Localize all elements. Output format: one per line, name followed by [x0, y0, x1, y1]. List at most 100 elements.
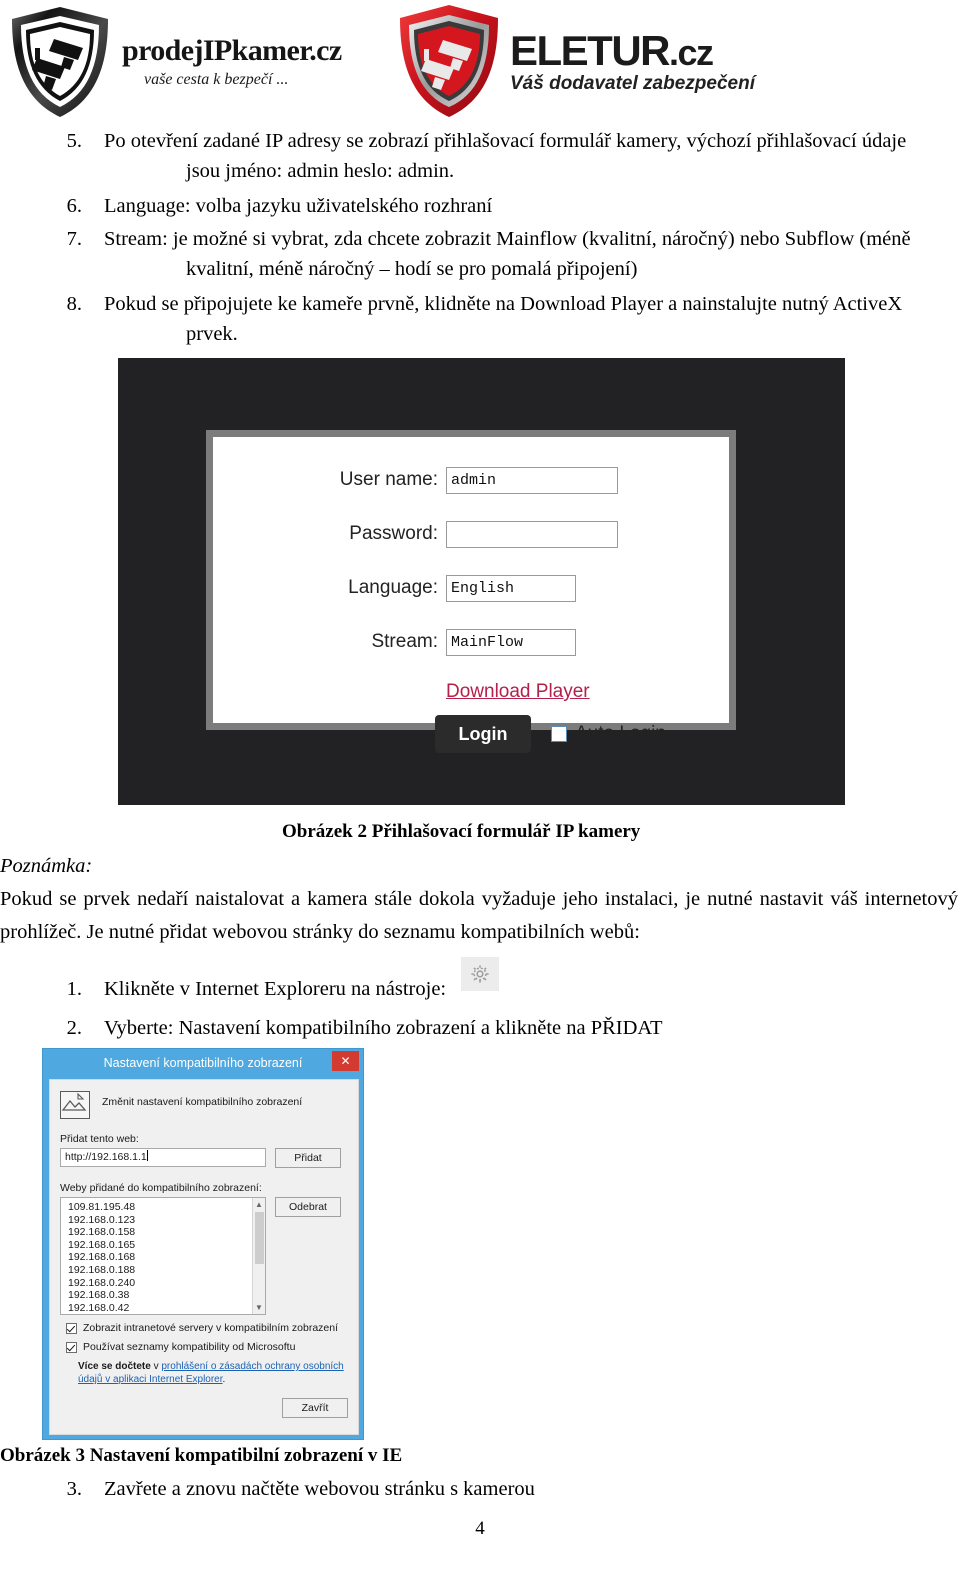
page-header: prodejIPkamer.cz vaše cesta k bezpečí ..…	[0, 0, 960, 120]
login-button[interactable]: Login	[435, 715, 531, 753]
logo-eletur-brand: ELETUR.cz	[510, 26, 714, 74]
list-item: 3. Zavřete a znovu načtěte webovou strán…	[36, 1474, 936, 1504]
close-button[interactable]: Zavřít	[282, 1398, 348, 1418]
list-item-text: Zavřete a znovu načtěte webovou stránku …	[104, 1478, 535, 1500]
stream-select[interactable]: MainFlow	[446, 628, 576, 656]
privacy-note: Více se dočtete v prohlášení o zásadách …	[78, 1360, 348, 1386]
list-item[interactable]: 192.168.0.123	[68, 1214, 265, 1227]
shield-camera-icon	[8, 4, 112, 120]
language-row: Language: English	[213, 567, 729, 609]
list-item-number: 5.	[66, 130, 82, 152]
list-item-number: 3.	[66, 1478, 82, 1500]
list-item-line1: Po otevření zadané IP adresy se zobrazí …	[104, 130, 907, 152]
privacy-note-mid: v	[150, 1361, 162, 1372]
chevron-down-icon[interactable]	[575, 629, 576, 656]
list-item-line1: Stream: je možné si vybrat, zda chcete z…	[104, 228, 911, 250]
privacy-note-suffix: .	[222, 1374, 226, 1385]
list-item-text: Stream: je možné si vybrat, zda chcete z…	[104, 224, 911, 284]
note-body: Pokud se prvek nedaří naistalovat a kame…	[0, 888, 958, 943]
username-row: User name: admin	[213, 459, 729, 501]
list-item-text: Klikněte v Internet Exploreru na nástroj…	[104, 978, 447, 1000]
figure2-caption: Obrázek 2 Přihlašovací formulář IP kamer…	[282, 821, 641, 842]
download-player-link[interactable]: Download Player	[438, 681, 590, 703]
figure-login-form-screenshot: User name: admin Password: Language: Eng…	[118, 358, 845, 805]
language-label: Language:	[348, 577, 438, 598]
list-scrollbar[interactable]: ▲ ▼	[252, 1198, 265, 1314]
list-item-line2: jsou jméno: admin heslo: admin.	[186, 160, 455, 182]
list-item-line2: kvalitní, méně náročný – hodí se pro pom…	[186, 258, 638, 280]
auto-login-checkbox[interactable]	[551, 726, 567, 742]
camera-login-panel: User name: admin Password: Language: Eng…	[206, 430, 736, 753]
password-input[interactable]	[446, 520, 618, 548]
remove-button[interactable]: Odebrat	[275, 1197, 341, 1217]
auto-login-label: Auto Login	[575, 723, 666, 744]
intranet-checkbox-label: Zobrazit intranetové servery v kompatibi…	[83, 1322, 339, 1334]
list-item[interactable]: 192.168.0.165	[68, 1239, 265, 1252]
gear-icon[interactable]	[461, 957, 499, 991]
figure-ie-compatibility-dialog: Nastavení kompatibilního zobrazení ✕ Změ…	[42, 1048, 364, 1440]
scrollbar-thumb[interactable]	[255, 1212, 264, 1264]
chevron-down-icon[interactable]	[575, 575, 576, 602]
list-item[interactable]: 192.168.0.168	[68, 1251, 265, 1264]
page-number: 4	[475, 1518, 485, 1539]
stream-row: Stream: MainFlow	[213, 621, 729, 663]
list-item-text: Po otevření zadané IP adresy se zobrazí …	[104, 126, 906, 186]
password-row: Password:	[213, 513, 729, 555]
list-item: 8. Pokud se připojujete ke kameře prvně,…	[36, 289, 958, 349]
dialog-title: Nastavení kompatibilního zobrazení	[103, 1056, 303, 1070]
ms-lists-checkbox-label: Používat seznamy kompatibility od Micros…	[83, 1341, 296, 1353]
auto-login-group[interactable]: Auto Login	[543, 723, 666, 745]
add-site-label: Přidat tento web:	[60, 1133, 139, 1145]
logo-prodejipkamer-tagline: vaše cesta k bezpečí ...	[144, 71, 289, 88]
ms-lists-checkbox-row[interactable]: Používat seznamy kompatibility od Micros…	[60, 1341, 348, 1353]
picture-icon	[60, 1091, 90, 1119]
add-button[interactable]: Přidat	[275, 1148, 341, 1168]
intranet-checkbox-row[interactable]: Zobrazit intranetové servery v kompatibi…	[60, 1322, 348, 1334]
list-item[interactable]: 109.81.195.48	[68, 1201, 265, 1214]
close-icon[interactable]: ✕	[332, 1051, 359, 1071]
logo-prodejipkamer-brand: prodejIPkamer.cz	[122, 34, 342, 67]
add-site-row: http://192.168.1.1 Přidat	[60, 1148, 348, 1168]
list-item-line1: Pokud se připojujete ke kameře prvně, kl…	[104, 293, 903, 315]
stream-label: Stream:	[371, 631, 438, 652]
list-item[interactable]: 192.168.0.240	[68, 1277, 265, 1290]
note-heading: Poznámka:	[0, 855, 93, 877]
added-sites-items: 109.81.195.48 192.168.0.123 192.168.0.15…	[61, 1198, 265, 1314]
list-item[interactable]: 192.168.0.188	[68, 1264, 265, 1277]
list-item-number: 8.	[66, 293, 82, 315]
stream-select-value: MainFlow	[451, 633, 524, 651]
username-input[interactable]: admin	[446, 466, 618, 494]
ms-lists-checkbox[interactable]	[66, 1341, 77, 1353]
list-item-number: 7.	[66, 228, 82, 250]
intranet-checkbox[interactable]	[66, 1322, 77, 1334]
language-select[interactable]: English	[446, 574, 576, 602]
list-item-number: 2.	[66, 1017, 82, 1039]
figure3-caption: Obrázek 3 Nastavení kompatibilní zobraze…	[0, 1445, 403, 1466]
list-item-line2: prvek.	[186, 323, 238, 345]
list-item-number: 6.	[66, 195, 82, 217]
scroll-down-icon[interactable]: ▼	[253, 1301, 265, 1314]
added-sites-row: 109.81.195.48 192.168.0.123 192.168.0.15…	[60, 1197, 348, 1315]
dialog-footer: Zavřít	[60, 1398, 348, 1418]
logo-eletur-tagline: Váš dodavatel zabezpečení	[510, 72, 755, 94]
login-actions-row: Login Auto Login	[213, 715, 729, 753]
download-player-row: Download Player	[213, 675, 729, 709]
added-sites-label: Weby přidané do kompatibilního zobrazení…	[60, 1182, 262, 1194]
list-item[interactable]: 192.168.0.38	[68, 1289, 265, 1302]
shield-camera-icon	[396, 2, 502, 120]
list-item: 2. Vyberte: Nastavení kompatibilního zob…	[36, 1013, 936, 1043]
list-item-text: Vyberte: Nastavení kompatibilního zobraz…	[104, 1017, 663, 1039]
add-site-input[interactable]: http://192.168.1.1	[60, 1148, 266, 1167]
logo-prodejipkamer: prodejIPkamer.cz vaše cesta k bezpečí ..…	[8, 4, 342, 120]
list-item: 6. Language: volba jazyku uživatelského …	[36, 191, 958, 221]
list-item-text: Language: volba jazyku uživatelského roz…	[104, 195, 493, 217]
dialog-header-row: Změnit nastavení kompatibilního zobrazen…	[60, 1089, 348, 1119]
list-item: 5. Po otevření zadané IP adresy se zobra…	[36, 126, 958, 186]
list-item-text: Pokud se připojujete ke kameře prvně, kl…	[104, 289, 902, 349]
list-item[interactable]: 192.168.0.42	[68, 1302, 265, 1314]
list-item[interactable]: 192.168.0.158	[68, 1226, 265, 1239]
scroll-up-icon[interactable]: ▲	[253, 1198, 265, 1211]
dialog-body: Změnit nastavení kompatibilního zobrazen…	[49, 1079, 359, 1435]
added-sites-list[interactable]: 109.81.195.48 192.168.0.123 192.168.0.15…	[60, 1197, 266, 1315]
logo-eletur: ELETUR.cz Váš dodavatel zabezpečení	[396, 2, 755, 120]
